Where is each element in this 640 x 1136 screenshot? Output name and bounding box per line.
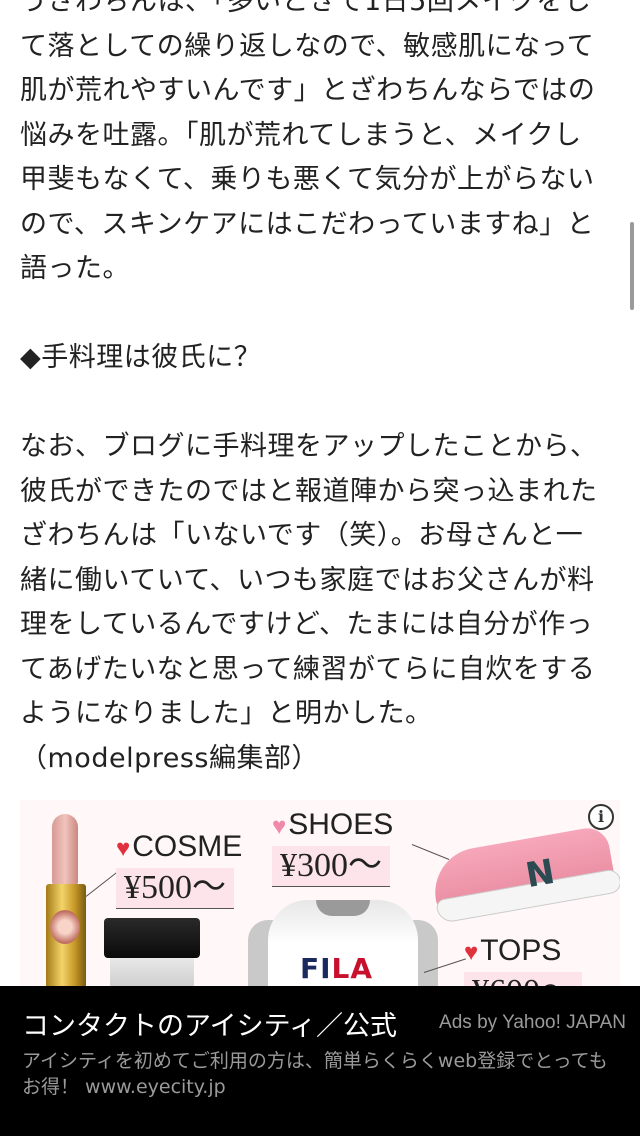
text-line: うざわちんは、「多いときで1日5回メイクをし (20, 0, 592, 17)
text-line: 語った。 (20, 253, 130, 284)
text-line: 理をしているんですけど、たまには自分が作っ (20, 609, 594, 640)
scrollbar[interactable] (630, 222, 634, 310)
text-line: て落としての繰り返しなので、敏感肌になって (20, 30, 595, 62)
text-line: てあげたいなと思って練習がてらに自炊をする (20, 653, 596, 685)
page: うざわちんは、「多いときで1日5回メイクをし て落としての繰り返しなので、敏感肌… (0, 0, 640, 1136)
cosme-price: ¥500～ (116, 868, 234, 909)
tops-title: TOPS (480, 934, 562, 967)
cosme-title: COSME (132, 830, 243, 863)
bottom-ad-banner[interactable]: コンタクトのアイシティ／公式 Ads by Yahoo! JAPAN アイシティ… (0, 986, 640, 1136)
sneaker-image: N (422, 822, 620, 924)
heart-icon: ♥ (464, 939, 479, 966)
ads-by-label[interactable]: Ads by Yahoo! JAPAN (439, 1010, 626, 1036)
text-line: 肌が荒れやすいんです」とざわちんならではの (20, 75, 596, 106)
connector-line (85, 871, 118, 897)
text-line: 緒に働いていて、いつも家庭ではお父さんが料 (20, 564, 595, 596)
heart-icon: ♥ (272, 813, 287, 840)
ad-image-banner[interactable]: i ♥COSME ¥500～ FILA ♥SHOES ¥300～ N ♥TOPS (20, 800, 620, 1000)
text-line: ざわちんは「いないです（笑）。お母さんと一 (20, 520, 584, 551)
text-line: なお、ブログに手料理をアップしたことから、 (20, 431, 598, 462)
paragraph-2: なお、ブログに手料理をアップしたことから、 彼氏ができたのではと報道陣から突っ込… (20, 425, 620, 737)
heart-icon: ♥ (116, 835, 131, 862)
article-body: うざわちんは、「多いときで1日5回メイクをし て落としての繰り返しなので、敏感肌… (20, 0, 620, 781)
shirt-image: FILA (248, 900, 438, 1000)
banner-description[interactable]: アイシティを初めてご利用の方は、簡単らくらくweb登録でとってもお得！ www.… (22, 1048, 612, 1100)
text-line: 甲斐もなくて、乗りも悪くて気分が上がらない (20, 164, 595, 195)
shirt-logo: FILA (300, 952, 374, 985)
lipstick-image (52, 814, 78, 884)
shirt-collar (316, 900, 370, 916)
pot-lid (104, 918, 200, 958)
shoes-label: ♥SHOES ¥300～ (272, 808, 393, 887)
text-line: 彼氏ができたのではと報道陣から突っ込まれた (20, 475, 598, 507)
cosme-label: ♥COSME ¥500～ (116, 830, 242, 909)
text-line: ので、スキンケアにはこだわっていますね」と (20, 208, 595, 240)
section-heading: ◆手料理は彼氏に？ (20, 342, 262, 373)
shoes-title: SHOES (288, 808, 394, 841)
banner-title[interactable]: コンタクトのアイシティ／公式 (22, 1010, 397, 1044)
paragraph-1: うざわちんは、「多いときで1日5回メイクをし て落としての繰り返しなので、敏感肌… (20, 0, 620, 292)
article-credit: （modelpress編集部） (20, 742, 319, 774)
lipstick-emblem (50, 910, 80, 944)
shoes-price: ¥300～ (272, 846, 390, 887)
text-line: 悩みを吐露。「肌が荒れてしまうと、メイクし (20, 119, 582, 151)
text-line: ようになりました」と明かした。 (20, 698, 433, 729)
